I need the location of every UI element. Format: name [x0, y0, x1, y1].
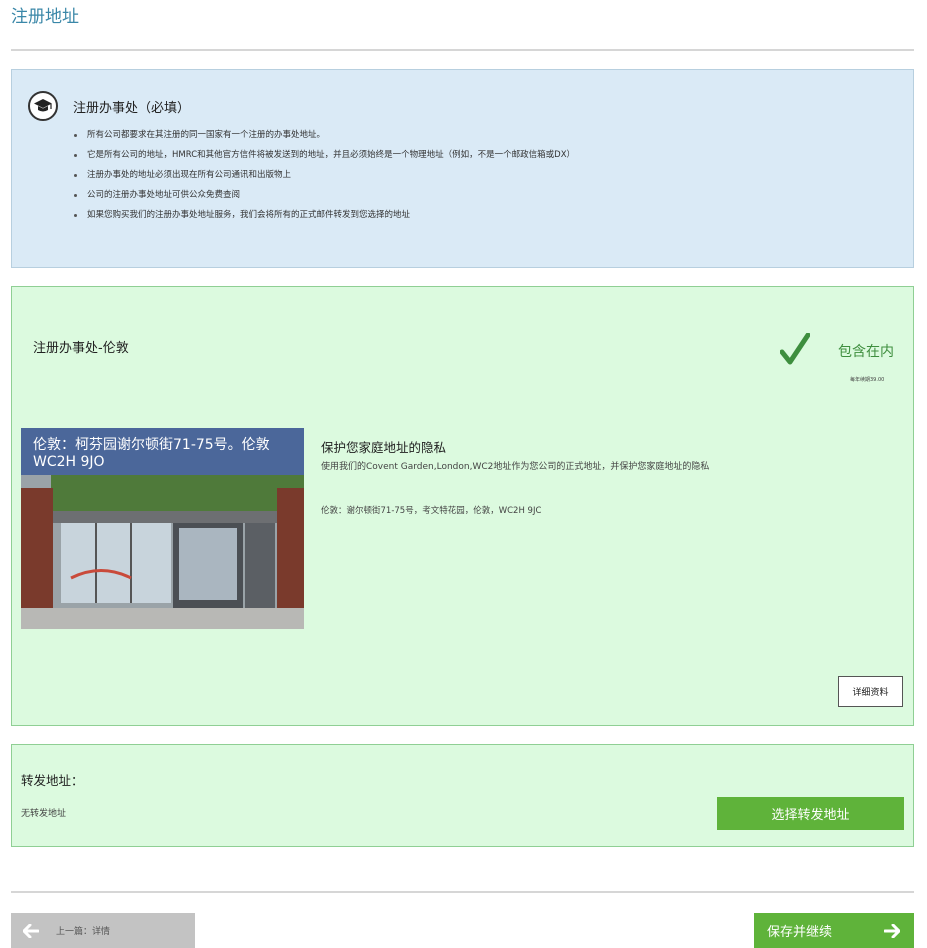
graduation-cap-icon — [28, 91, 58, 121]
details-button[interactable]: 详细资料 — [838, 676, 903, 707]
previous-label: 上一篇：详情 — [56, 927, 111, 937]
yearly-fee: 每年续期39.00 — [850, 377, 885, 383]
office-option-panel: 注册办事处-伦敦 包含在内 每年续期39.00 伦敦：柯芬园谢尔顿街71-75号… — [11, 286, 914, 726]
office-title: 注册办事处-伦敦 — [33, 341, 129, 356]
info-item: 公司的注册办事处地址可供公众免费查阅 — [74, 189, 594, 202]
forwarding-title: 转发地址： — [21, 773, 84, 788]
forwarding-status: 无转发地址 — [21, 809, 67, 819]
info-item: 如果您购买我们的注册办事处地址服务，我们会将所有的正式邮件转发到您选择的地址 — [74, 209, 594, 222]
info-item: 注册办事处的地址必须出现在所有公司通讯和出版物上 — [74, 169, 594, 182]
top-divider — [11, 49, 914, 51]
arrow-left-icon — [23, 923, 39, 938]
save-continue-button[interactable]: 保存并继续 — [754, 913, 914, 948]
info-title: 注册办事处（必填） — [73, 101, 191, 116]
save-continue-label: 保存并继续 — [767, 925, 833, 940]
office-photo: 伦敦：柯芬园谢尔顿街71-75号。伦敦 WC2H 9JO — [21, 428, 304, 629]
select-forwarding-button[interactable]: 选择转发地址 — [717, 797, 904, 830]
info-list: 所有公司都要求在其注册的同一国家有一个注册的办事处地址。 它是所有公司的地址，H… — [74, 129, 594, 229]
info-panel: 注册办事处（必填） 所有公司都要求在其注册的同一国家有一个注册的办事处地址。 它… — [11, 69, 914, 268]
previous-button[interactable]: 上一篇：详情 — [11, 913, 195, 948]
office-address: 伦敦：谢尔顿街71-75号，考文特花园，伦敦，WC2H 9JC — [321, 506, 542, 516]
privacy-text: 使用我们的Covent Garden,London,WC2地址作为您公司的正式地… — [321, 462, 710, 472]
info-item: 所有公司都要求在其注册的同一国家有一个注册的办事处地址。 — [74, 129, 594, 142]
forwarding-panel: 转发地址： 无转发地址 选择转发地址 — [11, 744, 914, 847]
bottom-divider — [11, 891, 914, 893]
included-label: 包含在内 — [838, 344, 894, 360]
photo-caption: 伦敦：柯芬园谢尔顿街71-75号。伦敦 WC2H 9JO — [21, 428, 304, 475]
privacy-title: 保护您家庭地址的隐私 — [321, 440, 447, 455]
page-title: 注册地址 — [11, 7, 79, 27]
arrow-right-icon — [884, 924, 900, 938]
info-item: 它是所有公司的地址，HMRC和其他官方信件将被发送到的地址，并且必须始终是一个物… — [74, 149, 594, 162]
checkmark-icon — [779, 332, 811, 371]
